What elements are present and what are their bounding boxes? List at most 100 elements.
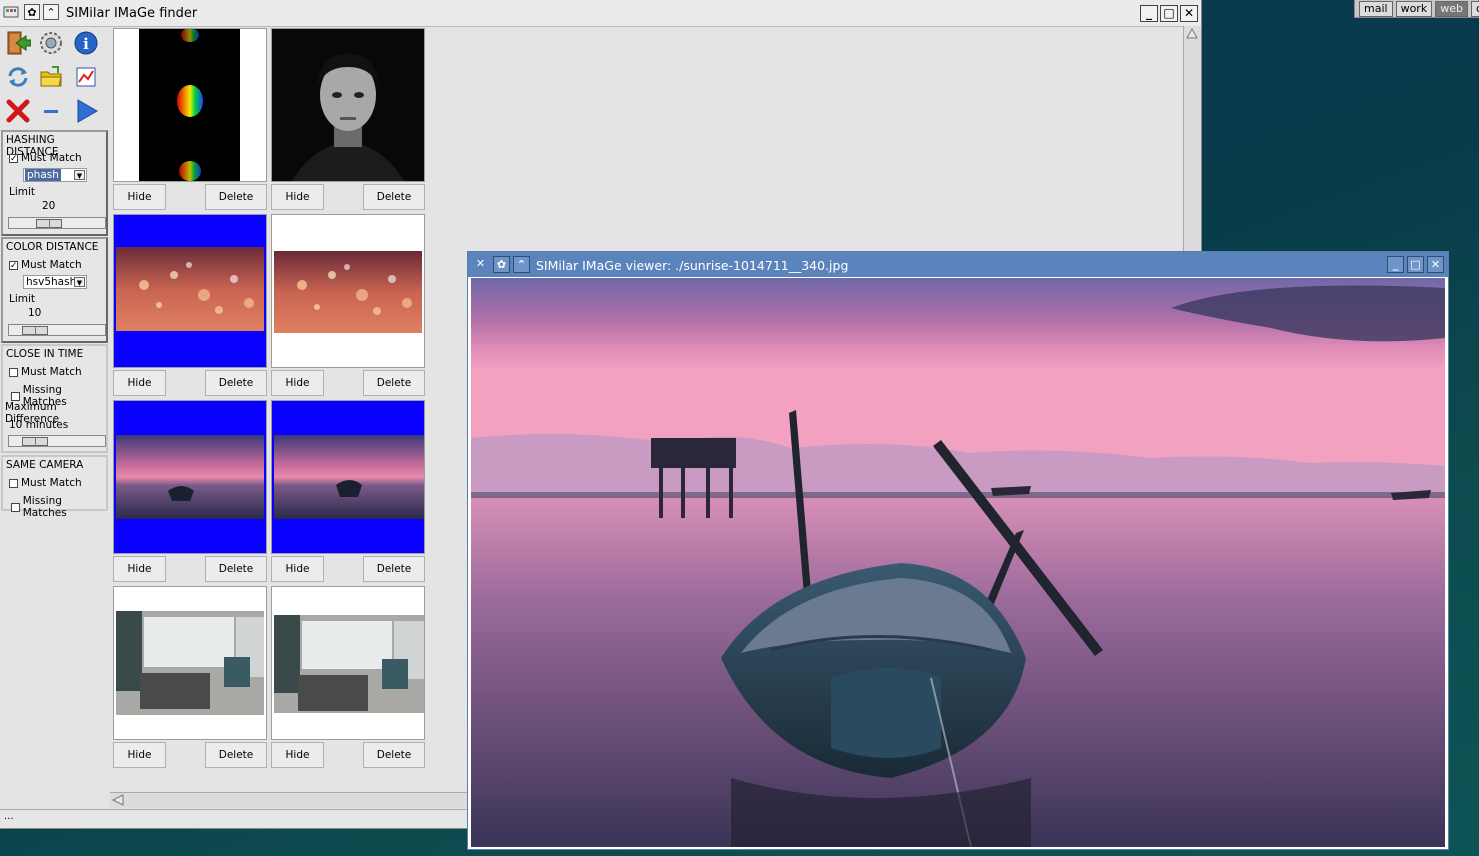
chevron-down-icon[interactable]: ▼	[74, 277, 85, 287]
maximize-icon[interactable]: □	[1407, 256, 1424, 273]
bokeh-image	[274, 251, 422, 333]
thumbnail-spectrum[interactable]	[113, 28, 267, 182]
desktop-tag-web[interactable]: web	[1435, 1, 1468, 17]
time-must-match-checkbox[interactable]	[9, 367, 18, 377]
hide-button[interactable]: Hide	[113, 556, 166, 582]
info-icon[interactable]: i	[72, 29, 100, 57]
viewer-titlebar[interactable]: ✕ ✿ ⌃ SIMilar IMaGe viewer: ./sunrise-10…	[468, 252, 1448, 277]
delete-button[interactable]: Delete	[205, 184, 267, 210]
thumbnail-bedroom[interactable]	[271, 586, 425, 740]
hashing-algorithm-select[interactable]: phash ▼	[23, 168, 87, 182]
hide-button[interactable]: Hide	[113, 370, 166, 396]
minimize-icon[interactable]: _	[1387, 256, 1404, 273]
delete-button[interactable]: Delete	[363, 370, 425, 396]
time-missing-checkbox[interactable]	[11, 391, 20, 401]
delete-button[interactable]: Delete	[363, 556, 425, 582]
camera-must-match-checkbox[interactable]	[9, 478, 18, 488]
viewer-window: ✕ ✿ ⌃ SIMilar IMaGe viewer: ./sunrise-10…	[467, 251, 1449, 850]
finder-titlebar[interactable]: ✿ ⌃ SIMilar IMaGe finder _ □ ✕	[0, 0, 1201, 27]
desktop-tag-bar: mail work web c	[1354, 0, 1479, 18]
thumbnail-bokeh-selected[interactable]	[113, 214, 267, 368]
delete-button[interactable]: Delete	[363, 742, 425, 768]
desktop-tag-c[interactable]: c	[1470, 1, 1479, 17]
open-folder-icon[interactable]	[37, 63, 65, 91]
color-must-match-row[interactable]: ✓ Must Match	[9, 259, 82, 271]
camera-missing-row[interactable]: Missing Matches	[11, 495, 106, 519]
max-difference-slider[interactable]	[8, 435, 106, 447]
exit-door-icon[interactable]	[4, 29, 32, 57]
camera-missing-checkbox[interactable]	[11, 502, 20, 512]
spectrum-image	[139, 29, 240, 181]
sticky-icon[interactable]: ✿	[493, 256, 510, 273]
slider-thumb[interactable]	[22, 437, 48, 446]
thumbnail-sunrise-selected[interactable]	[113, 400, 267, 554]
color-limit-slider[interactable]	[8, 324, 106, 336]
close-in-time-panel: CLOSE IN TIME Must Match Missing Matches…	[1, 344, 108, 453]
time-must-match-label: Must Match	[21, 366, 82, 378]
camera-missing-label: Missing Matches	[22, 495, 67, 519]
desktop-tag-mail[interactable]: mail	[1359, 1, 1393, 17]
vertical-scrollbar[interactable]	[1183, 26, 1201, 252]
hide-button[interactable]: Hide	[271, 742, 324, 768]
scroll-up-icon[interactable]	[1184, 26, 1201, 40]
close-icon[interactable]: ✕	[1427, 256, 1444, 273]
sticky-icon[interactable]: ✿	[24, 4, 40, 20]
max-difference-value: 10 minutes	[9, 419, 69, 431]
viewer-title: SIMilar IMaGe viewer: ./sunrise-1014711_…	[536, 258, 849, 273]
delete-button[interactable]: Delete	[205, 742, 267, 768]
hide-button[interactable]: Hide	[113, 742, 166, 768]
hashing-limit-label: Limit	[9, 186, 36, 198]
status-text: ...	[4, 811, 14, 822]
delete-button[interactable]: Delete	[205, 556, 267, 582]
close-in-time-title: CLOSE IN TIME	[6, 348, 84, 360]
slider-thumb[interactable]	[22, 326, 48, 335]
hide-button[interactable]: Hide	[271, 556, 324, 582]
scroll-left-icon[interactable]	[110, 793, 126, 807]
hashing-must-match-checkbox[interactable]: ✓	[9, 153, 18, 163]
slider-thumb[interactable]	[36, 219, 62, 228]
minus-icon[interactable]	[37, 97, 65, 125]
delete-x-icon[interactable]	[4, 97, 32, 125]
horizontal-scrollbar[interactable]	[110, 792, 468, 808]
hashing-algorithm-value: phash	[25, 169, 61, 181]
chevron-down-icon[interactable]: ▼	[74, 170, 85, 180]
play-icon[interactable]	[72, 97, 100, 125]
color-must-match-checkbox[interactable]: ✓	[9, 260, 18, 270]
portrait-image	[272, 29, 424, 181]
settings-gear-icon[interactable]	[37, 29, 65, 57]
app-menu-icon[interactable]: ✕	[472, 256, 489, 273]
thumbnail-sunrise-selected[interactable]	[271, 400, 425, 554]
shade-icon[interactable]: ⌃	[43, 4, 59, 20]
camera-must-match-label: Must Match	[21, 477, 82, 489]
finder-title: SIMilar IMaGe finder	[66, 6, 198, 21]
hashing-must-match-row[interactable]: ✓ Must Match	[9, 152, 82, 164]
graph-icon[interactable]	[72, 63, 100, 91]
color-algorithm-select[interactable]: hsv5hash ▼	[23, 275, 87, 289]
thumbnail-portrait[interactable]	[271, 28, 425, 182]
minimize-icon[interactable]: _	[1140, 5, 1158, 22]
color-distance-panel: COLOR DISTANCE ✓ Must Match hsv5hash ▼ L…	[1, 237, 108, 343]
shade-icon[interactable]: ⌃	[513, 256, 530, 273]
color-distance-title: COLOR DISTANCE	[6, 241, 99, 253]
hide-button[interactable]: Hide	[271, 184, 324, 210]
refresh-icon[interactable]	[4, 63, 32, 91]
maximize-icon[interactable]: □	[1160, 5, 1178, 22]
thumbnail-bedroom[interactable]	[113, 586, 267, 740]
bokeh-image	[116, 247, 264, 331]
color-must-match-label: Must Match	[21, 259, 82, 271]
hashing-limit-slider[interactable]	[8, 217, 106, 229]
delete-button[interactable]: Delete	[205, 370, 267, 396]
hide-button[interactable]: Hide	[113, 184, 166, 210]
bedroom-image	[274, 615, 424, 713]
time-must-match-row[interactable]: Must Match	[9, 366, 82, 378]
hashing-limit-value: 20	[42, 200, 56, 212]
camera-must-match-row[interactable]: Must Match	[9, 477, 82, 489]
thumbnail-bokeh[interactable]	[271, 214, 425, 368]
desktop-tag-work[interactable]: work	[1395, 1, 1433, 17]
svg-text:i: i	[83, 35, 89, 53]
app-menu-icon[interactable]	[3, 4, 19, 20]
delete-button[interactable]: Delete	[363, 184, 425, 210]
close-icon[interactable]: ✕	[1180, 5, 1198, 22]
viewer-image	[471, 278, 1445, 847]
hide-button[interactable]: Hide	[271, 370, 324, 396]
